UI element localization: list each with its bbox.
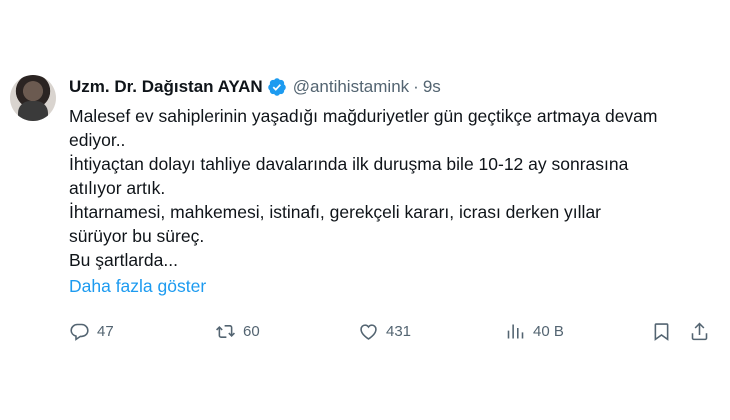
bookmark-icon — [654, 323, 669, 341]
header-separator: · — [413, 77, 419, 96]
share-button[interactable] — [689, 321, 710, 342]
views-icon — [507, 324, 524, 339]
like-count: 431 — [386, 323, 412, 340]
tweet-text-line: sürüyor bu süreç. — [69, 226, 205, 246]
tweet-text: Malesef ev sahiplerinin yaşadığı mağduri… — [69, 104, 719, 272]
retweet-button[interactable]: 60 — [215, 321, 260, 342]
reply-count: 47 — [97, 323, 114, 340]
tweet-content: Uzm. Dr. Dağıstan AYAN @antihistamink · … — [69, 74, 719, 297]
tweet-text-line: atılıyor artık. — [69, 178, 166, 198]
retweet-count: 60 — [243, 323, 260, 340]
bookmark-button[interactable] — [651, 321, 672, 342]
share-icon — [691, 322, 708, 341]
avatar[interactable] — [10, 75, 56, 121]
views-count: 40 B — [533, 323, 564, 340]
tweet-text-line: İhtarnamesi, mahkemesi, istinafı, gerekç… — [69, 202, 601, 222]
avatar-figure — [18, 101, 48, 121]
action-bar: 47 60 431 40 B — [69, 321, 719, 345]
tweet-time[interactable]: 9s — [423, 77, 441, 97]
author-handle[interactable]: @antihistamink — [293, 77, 409, 97]
show-more-link[interactable]: Daha fazla göster — [69, 276, 206, 297]
verified-badge-icon — [267, 78, 286, 96]
tweet-card: Uzm. Dr. Dağıstan AYAN @antihistamink · … — [0, 0, 730, 420]
like-button[interactable]: 431 — [358, 321, 411, 342]
like-icon — [360, 324, 377, 340]
tweet-text-line: ediyor.. — [69, 130, 126, 150]
views-button[interactable]: 40 B — [505, 321, 564, 342]
tweet-text-line: Malesef ev sahiplerinin yaşadığı mağduri… — [69, 106, 658, 126]
tweet-text-line: İhtiyaçtan dolayı tahliye davalarında il… — [69, 154, 629, 174]
author-name[interactable]: Uzm. Dr. Dağıstan AYAN — [69, 77, 263, 97]
retweet-icon — [216, 325, 235, 338]
reply-button[interactable]: 47 — [69, 321, 114, 342]
tweet-header: Uzm. Dr. Dağıstan AYAN @antihistamink · … — [69, 74, 719, 100]
reply-icon — [70, 323, 89, 341]
tweet-text-line: Bu şartlarda... — [69, 250, 178, 270]
